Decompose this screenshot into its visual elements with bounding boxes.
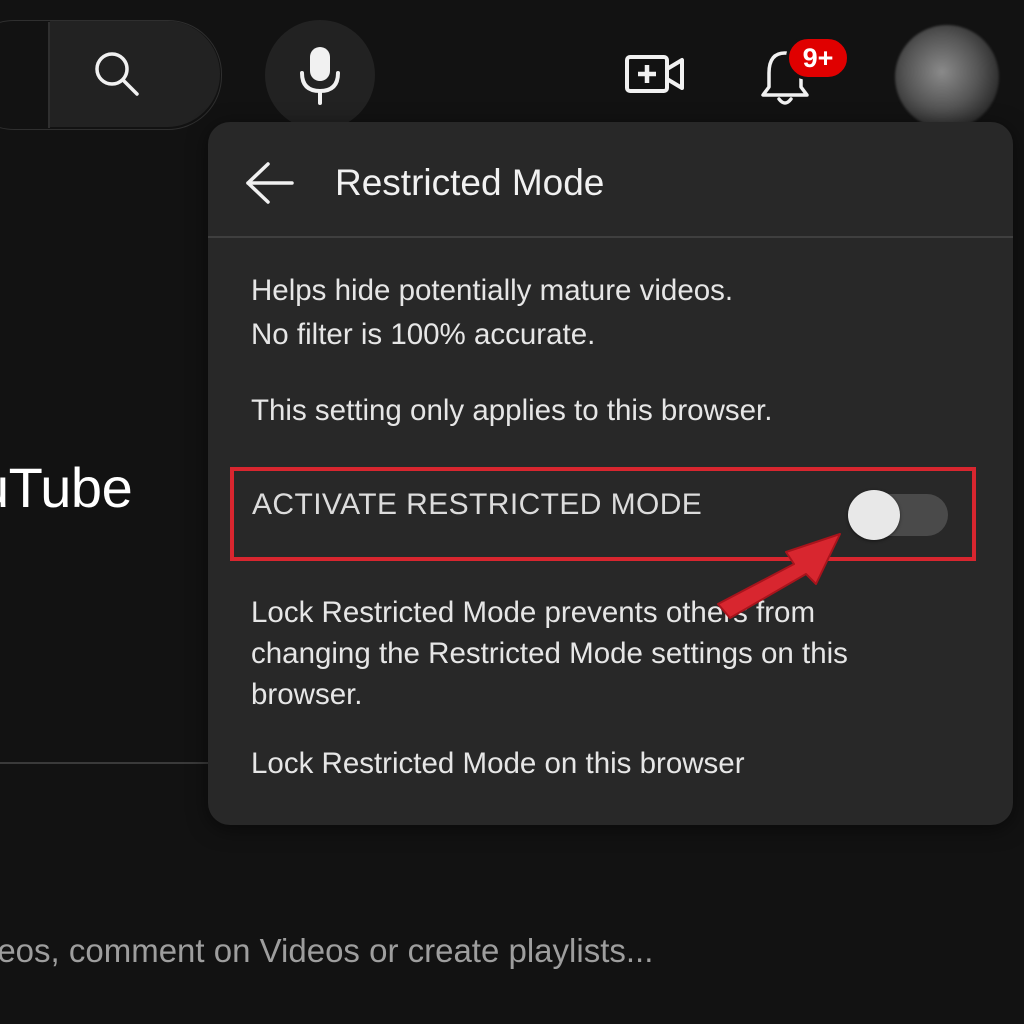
- activate-restricted-mode-label: ACTIVATE RESTRICTED MODE: [252, 488, 703, 521]
- annotation-arrow-icon: [717, 533, 841, 619]
- browser-note: This setting only applies to this browse…: [251, 394, 773, 427]
- panel-title: Restricted Mode: [335, 162, 605, 203]
- avatar[interactable]: [895, 25, 999, 129]
- voice-search-button[interactable]: [265, 20, 375, 130]
- notification-badge: 9+: [786, 36, 850, 80]
- panel-header: Restricted Mode: [208, 122, 1013, 238]
- description-line-1: Helps hide potentially mature videos.: [251, 274, 734, 307]
- background-logo-text: uTube: [0, 456, 133, 519]
- create-video-icon: [625, 55, 684, 93]
- back-button[interactable]: [238, 152, 300, 214]
- create-button[interactable]: [615, 42, 695, 106]
- background-divider: [0, 762, 210, 764]
- restricted-mode-toggle[interactable]: [848, 490, 950, 540]
- description-line-2: No filter is 100% accurate.: [251, 318, 596, 351]
- lock-restricted-mode-link[interactable]: Lock Restricted Mode on this browser: [251, 747, 745, 781]
- restricted-mode-panel: Restricted Mode Helps hide potentially m…: [208, 122, 1013, 825]
- search-button[interactable]: [50, 21, 220, 127]
- search-icon: [95, 52, 139, 96]
- back-arrow-icon: [246, 162, 294, 204]
- page: uTube leos, comment on Videos or create …: [0, 0, 1024, 1024]
- mic-icon: [300, 47, 340, 105]
- background-bottom-text: leos, comment on Videos or create playli…: [0, 932, 654, 969]
